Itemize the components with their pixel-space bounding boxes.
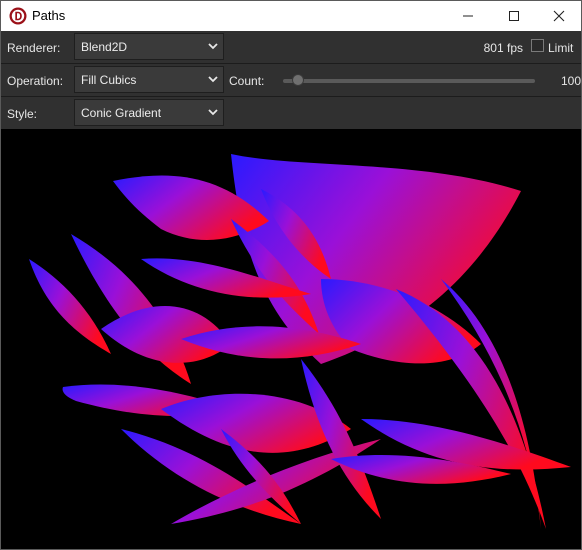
minimize-button[interactable] xyxy=(445,1,491,31)
operation-select-value: Fill Cubics xyxy=(81,73,137,87)
app-logo-icon xyxy=(9,7,27,25)
title-bar[interactable]: Paths xyxy=(1,1,581,31)
fps-readout: 801 fps xyxy=(483,41,523,55)
chevron-down-icon xyxy=(208,43,218,50)
style-select[interactable]: Conic Gradient xyxy=(74,99,224,126)
renderer-select[interactable]: Blend2D xyxy=(74,33,224,60)
operation-label: Operation: xyxy=(7,74,64,88)
operation-row: Operation: Fill Cubics Count: 100 xyxy=(1,64,581,97)
limit-label[interactable]: Limit xyxy=(548,41,573,55)
count-slider-thumb[interactable] xyxy=(292,74,304,86)
count-value: 100 xyxy=(561,74,582,88)
style-select-value: Conic Gradient xyxy=(81,106,162,120)
renderer-select-value: Blend2D xyxy=(81,40,128,54)
limit-checkbox[interactable] xyxy=(531,39,544,52)
toolbar: Renderer: Blend2D 801 fps Limit Operatio… xyxy=(1,31,581,129)
maximize-icon xyxy=(509,11,519,21)
maximize-button[interactable] xyxy=(491,1,537,31)
style-row: Style: Conic Gradient xyxy=(1,97,581,129)
rendered-paths xyxy=(29,154,571,529)
close-icon xyxy=(553,10,565,22)
renderer-label: Renderer: xyxy=(7,41,61,55)
window-title: Paths xyxy=(32,8,66,23)
minimize-icon xyxy=(463,15,473,17)
count-label: Count: xyxy=(229,74,265,88)
renderer-row: Renderer: Blend2D 801 fps Limit xyxy=(1,31,581,64)
render-canvas[interactable] xyxy=(1,129,581,549)
close-button[interactable] xyxy=(536,1,581,31)
style-label: Style: xyxy=(7,107,38,121)
chevron-down-icon xyxy=(208,109,218,116)
chevron-down-icon xyxy=(208,76,218,83)
app-window: Paths Renderer: Blend2D 801 fps Limit Op… xyxy=(0,0,582,550)
count-slider-track[interactable] xyxy=(283,79,535,83)
operation-select[interactable]: Fill Cubics xyxy=(74,66,224,93)
